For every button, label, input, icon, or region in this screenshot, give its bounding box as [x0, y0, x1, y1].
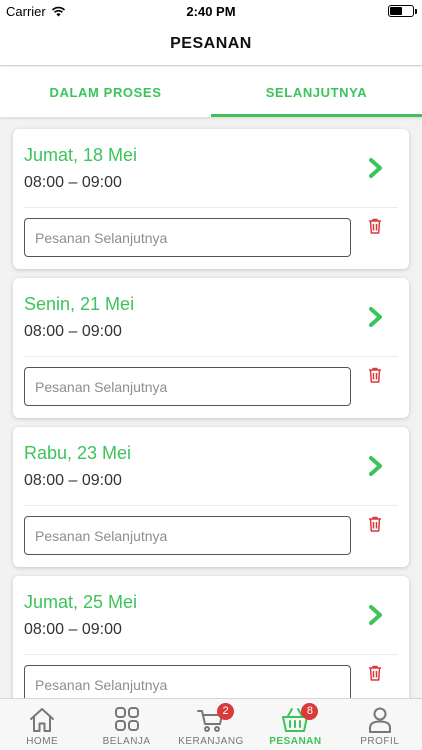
- nav-belanja-label: BELANJA: [102, 736, 151, 747]
- order-date[interactable]: Jumat, 18 Mei: [24, 145, 137, 166]
- divider: [24, 505, 398, 506]
- home-icon: [30, 708, 55, 732]
- divider: [24, 207, 398, 208]
- grid-icon: [114, 707, 139, 731]
- cart-badge: 2: [217, 703, 235, 720]
- order-time: 08:00 – 09:00: [24, 323, 122, 340]
- order-note-input[interactable]: [24, 367, 351, 406]
- nav-bar: PESANAN: [0, 22, 422, 66]
- order-tabs: DALAM PROSES SELANJUTNYA: [0, 67, 422, 117]
- chevron-right-icon[interactable]: [367, 306, 385, 328]
- nav-pesanan[interactable]: 8 PESANAN: [253, 699, 337, 750]
- nav-belanja[interactable]: BELANJA: [84, 699, 168, 750]
- battery-icon: [388, 5, 417, 17]
- nav-keranjang-label: KERANJANG: [178, 736, 244, 747]
- trash-icon[interactable]: [368, 516, 382, 532]
- order-date[interactable]: Jumat, 25 Mei: [24, 592, 137, 613]
- order-card: Senin, 21 Mei 08:00 – 09:00: [13, 278, 409, 418]
- nav-home-label: HOME: [26, 736, 59, 747]
- order-list: Jumat, 18 Mei 08:00 – 09:00 Senin, 21 Me…: [13, 129, 409, 725]
- tab-dalam-proses[interactable]: DALAM PROSES: [0, 67, 211, 117]
- order-note-input[interactable]: [24, 218, 351, 257]
- nav-profil-label: PROFIL: [360, 736, 400, 747]
- trash-icon[interactable]: [368, 218, 382, 234]
- order-date[interactable]: Senin, 21 Mei: [24, 294, 134, 315]
- nav-profil[interactable]: PROFIL: [338, 699, 422, 750]
- trash-icon[interactable]: [368, 665, 382, 681]
- trash-icon[interactable]: [368, 367, 382, 383]
- chevron-right-icon[interactable]: [367, 157, 385, 179]
- order-time: 08:00 – 09:00: [24, 174, 122, 191]
- user-icon: [368, 707, 391, 733]
- bottom-tab-bar: HOME BELANJA 2 KERANJANG 8 PESANAN PROFI…: [0, 698, 422, 750]
- orders-badge: 8: [301, 703, 319, 720]
- nav-pesanan-label: PESANAN: [269, 736, 322, 747]
- chevron-right-icon[interactable]: [367, 455, 385, 477]
- page-title: PESANAN: [170, 34, 252, 52]
- order-card: Jumat, 25 Mei 08:00 – 09:00: [13, 576, 409, 716]
- divider: [24, 654, 398, 655]
- order-time: 08:00 – 09:00: [24, 621, 122, 638]
- order-date[interactable]: Rabu, 23 Mei: [24, 443, 131, 464]
- divider: [24, 356, 398, 357]
- status-bar: Carrier 2:40 PM: [0, 0, 422, 22]
- status-time: 2:40 PM: [186, 4, 236, 19]
- nav-keranjang[interactable]: 2 KERANJANG: [169, 699, 253, 750]
- chevron-right-icon[interactable]: [367, 604, 385, 626]
- tab-selanjutnya[interactable]: SELANJUTNYA: [211, 67, 422, 117]
- order-note-input[interactable]: [24, 516, 351, 555]
- order-card: Jumat, 18 Mei 08:00 – 09:00: [13, 129, 409, 269]
- order-card: Rabu, 23 Mei 08:00 – 09:00: [13, 427, 409, 567]
- order-time: 08:00 – 09:00: [24, 472, 122, 489]
- nav-home[interactable]: HOME: [0, 699, 84, 750]
